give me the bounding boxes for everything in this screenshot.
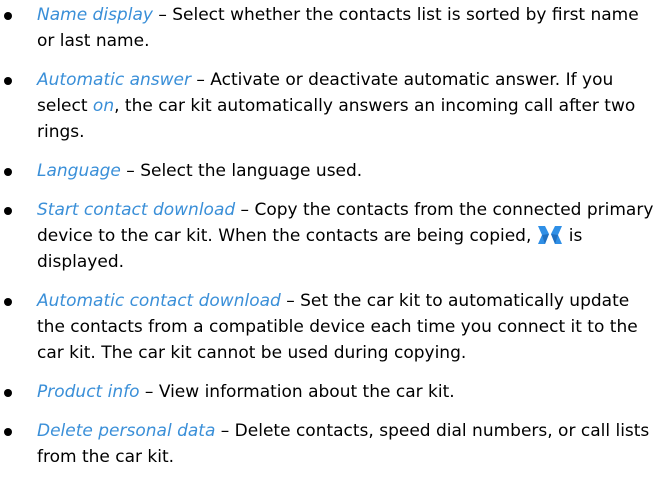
option-term: Name display: [37, 5, 153, 25]
bullet: [4, 12, 12, 20]
option-description-continued: , the car kit automatically answers an i…: [37, 96, 636, 142]
option-term: Language: [37, 161, 121, 181]
list-item-delete-personal-data: Delete personal data – Delete contacts, …: [0, 418, 669, 470]
option-term: Start contact download: [37, 200, 236, 220]
list-item-automatic-answer: Automatic answer – Activate or deactivat…: [0, 67, 669, 145]
list-item-automatic-contact-download: Automatic contact download – Set the car…: [0, 288, 669, 366]
bullet: [4, 298, 12, 306]
list-item-language: Language – Select the language used.: [0, 158, 669, 184]
option-description: – Select the language used.: [120, 161, 363, 181]
list-item-product-info: Product info – View information about th…: [0, 379, 669, 405]
bullet: [4, 389, 12, 397]
list-item-name-display: Name display – Select whether the contac…: [0, 2, 669, 54]
option-term: Delete personal data: [37, 421, 216, 441]
settings-options-list: Name display – Select whether the contac…: [0, 0, 669, 470]
bullet: [4, 77, 12, 85]
contacts-download-icon: [537, 226, 562, 244]
option-term: Automatic contact download: [37, 291, 281, 311]
bullet: [4, 207, 12, 215]
bullet: [4, 428, 12, 436]
option-term: Automatic answer: [37, 70, 191, 90]
list-item-start-contact-download: Start contact download – Copy the contac…: [0, 197, 669, 275]
option-term: Product info: [37, 382, 140, 402]
option-description: – View information about the car kit.: [139, 382, 455, 402]
option-value-term: on: [92, 96, 115, 116]
bullet: [4, 168, 12, 176]
